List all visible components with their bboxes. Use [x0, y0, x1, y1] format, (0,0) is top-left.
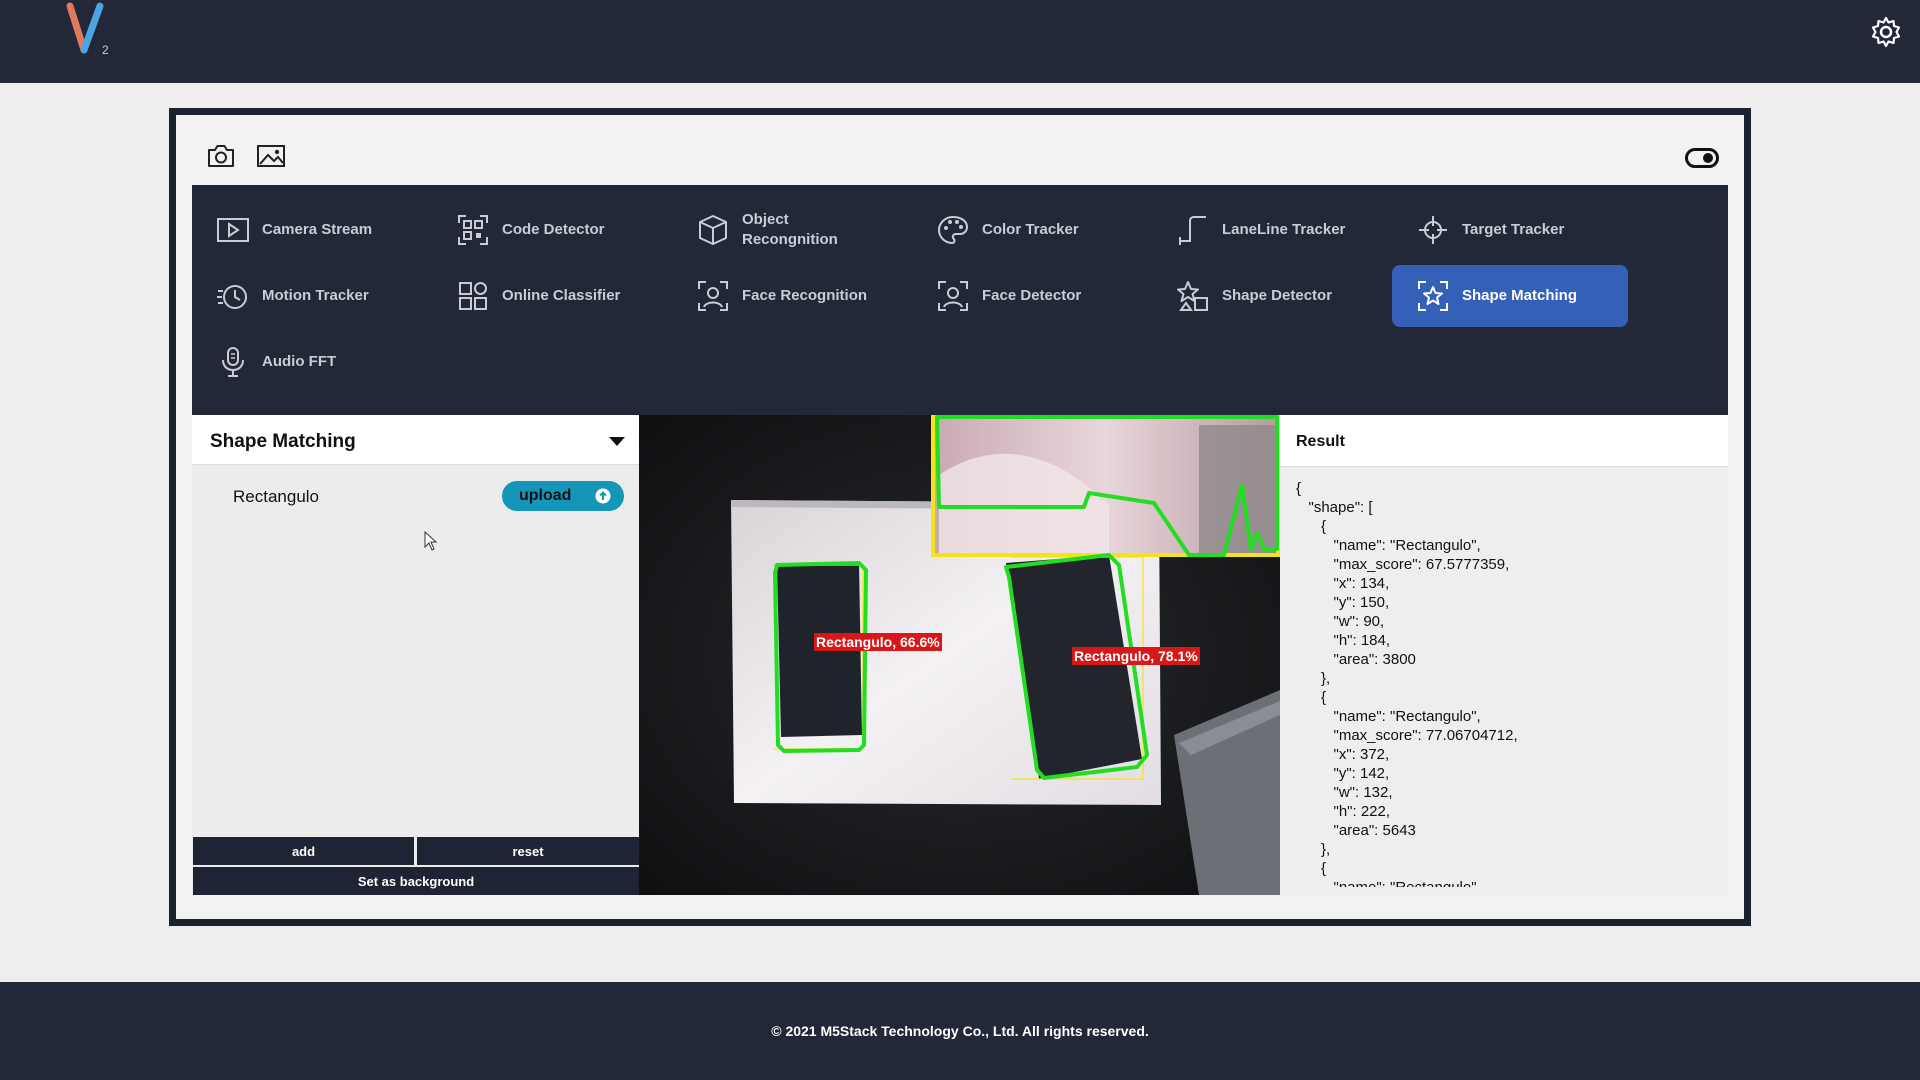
menu-item-label: Camera Stream — [262, 221, 373, 238]
lane-line-icon — [1179, 216, 1206, 245]
menu-item-camera-stream[interactable]: Camera Stream — [192, 199, 428, 261]
shape-matching-panel: Shape Matching Rectangulo upload add res… — [192, 415, 639, 895]
camera-icon[interactable] — [206, 143, 236, 169]
result-header: Result — [1280, 415, 1728, 467]
menu-item-label: Code Detector — [502, 221, 605, 238]
shape-name-label: Rectangulo — [233, 487, 320, 506]
detection-label: Rectangulo, 78.1% — [1072, 647, 1200, 665]
menu-item-target-tracker[interactable]: Target Tracker — [1392, 199, 1628, 261]
footer: © 2021 M5Stack Technology Co., Ltd. All … — [0, 982, 1920, 1080]
menu-item-label: Face Recognition — [742, 287, 868, 304]
reset-label: reset — [512, 843, 544, 859]
panel-title: Shape Matching — [210, 431, 356, 452]
menu-item-label: Audio FFT — [262, 353, 337, 370]
motion-icon — [217, 285, 247, 309]
menu-item-label: LaneLine Tracker — [1222, 221, 1346, 238]
main-panel: Camera Stream Code Detector Object Recon… — [169, 108, 1751, 926]
panel-header[interactable]: Shape Matching — [192, 415, 639, 465]
palette-icon — [937, 215, 969, 245]
menu-item-face-recognition[interactable]: Face Recognition — [672, 265, 908, 327]
svg-text:2: 2 — [102, 43, 109, 57]
result-panel: Result { "shape": [ { "name": "Rectangul… — [1280, 415, 1728, 895]
crosshair-icon — [1419, 216, 1447, 244]
function-menu: Camera Stream Code Detector Object Recon… — [192, 185, 1728, 415]
menu-item-label: Shape Detector — [1222, 287, 1333, 304]
menu-item-color-tracker[interactable]: Color Tracker — [912, 199, 1148, 261]
shapes-icon — [1177, 281, 1208, 311]
menu-item-face-detector[interactable]: Face Detector — [912, 265, 1148, 327]
menu-item-motion-tracker[interactable]: Motion Tracker — [192, 265, 428, 327]
reset-button[interactable]: reset — [417, 837, 639, 865]
copyright-text: © 2021 M5Stack Technology Co., Ltd. All … — [771, 1023, 1149, 1039]
panel-toolbar — [176, 115, 1744, 185]
add-button[interactable]: add — [193, 837, 414, 865]
mode-toggle[interactable] — [1685, 148, 1719, 168]
menu-item-audio-fft[interactable]: Audio FFT — [192, 331, 428, 393]
add-label: add — [291, 843, 316, 859]
grid-icon — [459, 282, 487, 310]
menu-item-code-detector[interactable]: Code Detector — [432, 199, 668, 261]
top-bar: 2 — [0, 0, 1920, 83]
menu-item-laneline-tracker[interactable]: LaneLine Tracker — [1152, 199, 1388, 261]
play-icon — [217, 218, 249, 242]
menu-item-label: Shape Matching — [1462, 287, 1578, 304]
menu-item-shape-matching[interactable]: Shape Matching — [1392, 265, 1628, 327]
menu-item-shape-detector[interactable]: Shape Detector — [1152, 265, 1388, 327]
mouse-cursor-icon — [424, 531, 438, 551]
face-detect-icon — [938, 281, 968, 311]
menu-item-object-recognition[interactable]: Object Recongnition — [672, 199, 908, 261]
menu-item-label: Color Tracker — [982, 221, 1079, 238]
face-scan-icon — [698, 281, 728, 311]
menu-item-label: Target Tracker — [1462, 221, 1565, 238]
result-title: Result — [1296, 433, 1345, 450]
gear-icon[interactable] — [1870, 16, 1902, 48]
set-background-button[interactable]: Set as background — [193, 867, 639, 895]
menu-item-online-classifier[interactable]: Online Classifier — [432, 265, 668, 327]
cube-icon — [699, 215, 727, 245]
menu-item-label: Face Detector — [982, 287, 1082, 304]
set-background-label: Set as background — [357, 873, 475, 889]
menu-item-label: Online Classifier — [502, 287, 621, 304]
upload-arrow-icon — [595, 488, 611, 504]
upload-label: upload — [519, 487, 572, 504]
chevron-down-icon[interactable] — [609, 437, 625, 446]
qr-code-icon — [458, 215, 488, 245]
shape-match-icon — [1418, 281, 1448, 311]
image-icon[interactable] — [256, 143, 286, 169]
menu-item-label: Object Recongnition — [742, 211, 838, 248]
result-json[interactable]: { "shape": [ { "name": "Rectangulo", "ma… — [1296, 479, 1716, 887]
menu-item-label: Motion Tracker — [262, 287, 369, 304]
upload-button[interactable]: upload — [502, 481, 624, 511]
v2-logo: 2 — [66, 2, 109, 57]
detection-label: Rectangulo, 66.6% — [814, 633, 942, 651]
camera-view[interactable]: Rectangulo, 66.6% Rectangulo, 78.1% — [639, 415, 1280, 895]
microphone-icon — [222, 347, 244, 377]
